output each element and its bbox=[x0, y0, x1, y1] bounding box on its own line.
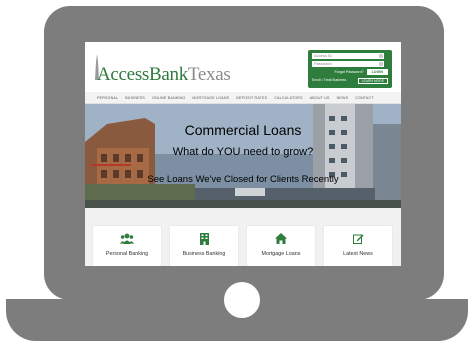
logo-main-text: AccessBank bbox=[97, 64, 188, 85]
forgot-password-link[interactable]: Forgot Password? bbox=[334, 70, 363, 74]
feature-cards: Personal Banking Business Banking Mortga… bbox=[85, 208, 401, 266]
password-placeholder: Password bbox=[314, 61, 332, 66]
nav-item-about-us[interactable]: ABOUT US bbox=[310, 96, 330, 100]
access-id-placeholder: Access ID bbox=[314, 53, 333, 58]
learn-more-button[interactable]: LEARN MORE bbox=[357, 78, 388, 84]
nav-item-personal[interactable]: PERSONAL bbox=[97, 96, 118, 100]
site-header: AccessBankTexas Access ID Password Forgo… bbox=[85, 42, 401, 92]
main-nav: PERSONAL BUSINESS ONLINE BANKING MORTGAG… bbox=[85, 92, 401, 104]
login-promo: Enroll • Treat Business LEARN MORE bbox=[312, 78, 388, 84]
hero-subheadline: What do YOU need to grow? bbox=[172, 146, 314, 158]
hero-headline: Commercial Loans bbox=[184, 122, 302, 138]
card-label: Latest News bbox=[343, 251, 373, 257]
nav-item-contact[interactable]: CONTACT bbox=[355, 96, 374, 100]
login-row: Forgot Password? LOGIN bbox=[312, 69, 388, 75]
nav-item-mortgage-loans[interactable]: MORTGAGE LOANS bbox=[192, 96, 229, 100]
password-field[interactable]: Password bbox=[312, 61, 384, 67]
website-screen: AccessBankTexas Access ID Password Forgo… bbox=[85, 42, 401, 266]
login-button[interactable]: LOGIN bbox=[366, 69, 388, 75]
trackpad-circle bbox=[222, 280, 262, 320]
card-business-banking[interactable]: Business Banking bbox=[170, 226, 238, 266]
promo-text: Enroll • Treat Business bbox=[312, 78, 347, 82]
access-id-field[interactable]: Access ID bbox=[312, 53, 384, 59]
nav-item-news[interactable]: NEWS bbox=[337, 96, 349, 100]
hero-cta-text[interactable]: See Loans We've Closed for Clients Recen… bbox=[85, 174, 401, 185]
card-mortgage-loans[interactable]: Mortgage Loans bbox=[247, 226, 315, 266]
nav-item-calculators[interactable]: CALCULATORS bbox=[274, 96, 302, 100]
site-logo[interactable]: AccessBankTexas bbox=[97, 64, 231, 86]
building-icon bbox=[199, 233, 209, 245]
card-label: Business Banking bbox=[182, 251, 226, 257]
hero-banner[interactable]: Commercial Loans What do YOU need to gro… bbox=[85, 104, 401, 208]
card-latest-news[interactable]: Latest News bbox=[324, 226, 392, 266]
card-personal-banking[interactable]: Personal Banking bbox=[93, 226, 161, 266]
laptop-illustration: AccessBankTexas Access ID Password Forgo… bbox=[0, 0, 474, 345]
nav-item-online-banking[interactable]: ONLINE BANKING bbox=[152, 96, 185, 100]
home-icon bbox=[275, 233, 287, 244]
logo-accent-text: Texas bbox=[187, 64, 231, 85]
login-box: Access ID Password Forgot Password? LOGI… bbox=[308, 50, 392, 88]
card-label: Mortgage Loans bbox=[261, 251, 301, 257]
nav-item-business[interactable]: BUSINESS bbox=[125, 96, 145, 100]
card-label: Personal Banking bbox=[105, 251, 149, 257]
field-icon bbox=[379, 62, 383, 66]
field-icon bbox=[379, 54, 383, 58]
users-icon bbox=[120, 233, 134, 244]
edit-icon bbox=[352, 234, 363, 244]
nav-item-deposit-rates[interactable]: DEPOSIT RATES bbox=[236, 96, 267, 100]
